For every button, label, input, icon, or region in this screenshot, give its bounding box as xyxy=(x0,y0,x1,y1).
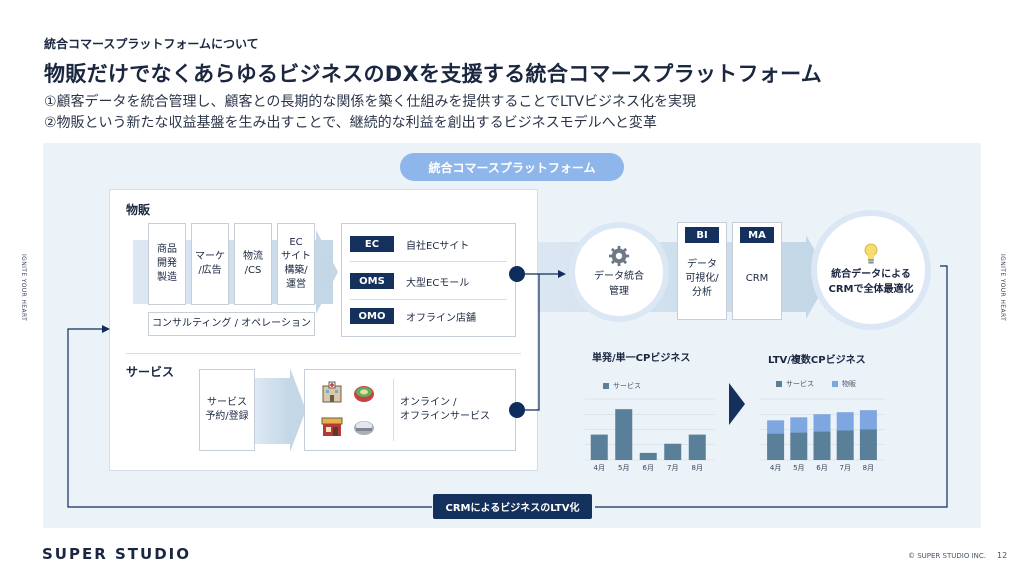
bar-4月 xyxy=(590,434,608,460)
legend-swatch xyxy=(776,381,782,387)
bar-5月 xyxy=(790,417,808,433)
page-number: 12 xyxy=(997,551,1008,560)
chart-single: 4月 5月 6月 7月 8月 xyxy=(585,398,715,472)
legend-swatch xyxy=(832,381,838,387)
bar-6月 xyxy=(639,452,657,460)
bar-8月 xyxy=(859,410,877,430)
lightbulb-icon xyxy=(864,243,878,264)
crm-ltv-pill: CRMによるビジネスのLTV化 xyxy=(433,494,592,519)
goal-circle: 統合データによる CRMで全体最適化 xyxy=(817,216,925,324)
legend-label: サービス xyxy=(613,382,641,390)
bar-7月 xyxy=(836,430,854,460)
legend-label: 物販 xyxy=(842,380,856,388)
bar-8月 xyxy=(688,434,706,460)
bar-4月 xyxy=(767,420,785,434)
chart-legend-ltv: サービス 物販 xyxy=(776,379,856,389)
bar-5月 xyxy=(615,409,633,460)
data-integration-circle: データ統合 管理 xyxy=(575,228,663,316)
ma-tag: MA xyxy=(740,227,774,243)
copyright: © SUPER STUDIO INC. xyxy=(908,552,986,560)
chart-legend-single: サービス xyxy=(603,381,641,391)
bar-7月 xyxy=(836,412,854,431)
data-integration-text: データ統合 管理 xyxy=(594,271,644,297)
tick-label: 7月 xyxy=(667,464,678,472)
legend-label: サービス xyxy=(786,380,814,388)
tick-label: 5月 xyxy=(793,464,804,472)
tick-label: 5月 xyxy=(618,464,629,472)
tick-label: 7月 xyxy=(839,464,850,472)
chart-ltv: 4月 5月 6月 7月 8月 xyxy=(760,398,885,472)
goal-text: 統合データによる CRMで全体最適化 xyxy=(828,269,914,295)
chart-title-single: 単発/単一CPビジネス xyxy=(592,353,691,364)
legend-swatch xyxy=(603,383,609,389)
chart-title-ltv: LTV/複数CPビジネス xyxy=(768,355,866,366)
tick-label: 8月 xyxy=(692,464,703,472)
bar-8月 xyxy=(859,429,877,460)
tick-label: 4月 xyxy=(594,464,605,472)
tick-label: 6月 xyxy=(816,464,827,472)
tick-label: 6月 xyxy=(643,464,654,472)
tick-label: 8月 xyxy=(863,464,874,472)
tick-label: 4月 xyxy=(770,464,781,472)
bar-4月 xyxy=(767,433,785,460)
gear-icon xyxy=(608,245,630,267)
bi-tag: BI xyxy=(685,227,719,243)
company-logo: SUPER STUDIO xyxy=(42,545,191,563)
bar-6月 xyxy=(813,414,831,432)
bar-6月 xyxy=(813,431,831,460)
bar-5月 xyxy=(790,432,808,460)
bar-7月 xyxy=(664,443,682,460)
